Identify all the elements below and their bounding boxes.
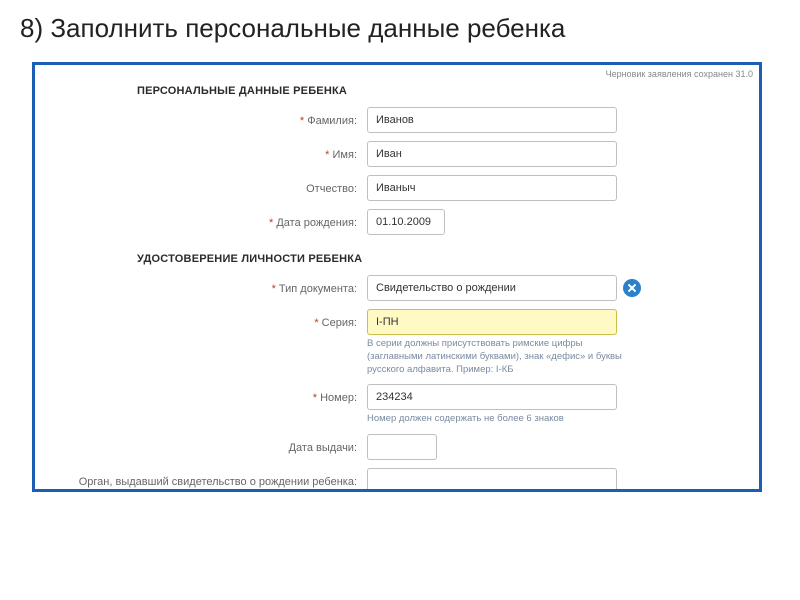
slide-title: 8) Заполнить персональные данные ребенка [20, 12, 780, 45]
input-doctype[interactable] [367, 275, 617, 301]
row-issuer: Орган, выдавший свидетельство о рождении… [47, 468, 747, 492]
label-birthdate: Дата рождения: [47, 209, 367, 230]
row-number: Номер: Номер должен содержать не более 6… [47, 384, 747, 426]
label-middlename: Отчество: [47, 175, 367, 196]
row-doctype: Тип документа: [47, 275, 747, 301]
input-middlename[interactable] [367, 175, 617, 201]
row-middlename: Отчество: [47, 175, 747, 201]
input-issuedate[interactable] [367, 434, 437, 460]
label-issuer: Орган, выдавший свидетельство о рождении… [47, 468, 367, 489]
label-issuedate: Дата выдачи: [47, 434, 367, 455]
input-lastname[interactable] [367, 107, 617, 133]
close-icon[interactable] [623, 279, 641, 297]
autosave-hint: Черновик заявления сохранен 31.0 [606, 69, 753, 79]
label-number: Номер: [47, 384, 367, 405]
section-heading-identity: УДОСТОВЕРЕНИЕ ЛИЧНОСТИ РЕБЕНКА [137, 253, 747, 265]
input-series[interactable] [367, 309, 617, 335]
hint-number: Номер должен содержать не более 6 знаков [367, 413, 617, 426]
label-doctype: Тип документа: [47, 275, 367, 296]
input-number[interactable] [367, 384, 617, 410]
input-issuer[interactable] [367, 468, 617, 492]
label-firstname: Имя: [47, 141, 367, 162]
row-lastname: Фамилия: [47, 107, 747, 133]
row-issuedate: Дата выдачи: [47, 434, 747, 460]
input-firstname[interactable] [367, 141, 617, 167]
slide: 8) Заполнить персональные данные ребенка… [0, 0, 800, 600]
row-series: Серия: В серии должны присутствовать рим… [47, 309, 747, 376]
row-birthdate: Дата рождения: [47, 209, 747, 235]
row-firstname: Имя: [47, 141, 747, 167]
form-area: ПЕРСОНАЛЬНЫЕ ДАННЫЕ РЕБЕНКА Фамилия: Имя… [35, 65, 759, 492]
label-series: Серия: [47, 309, 367, 330]
input-birthdate[interactable] [367, 209, 445, 235]
form-panel: Черновик заявления сохранен 31.0 ПЕРСОНА… [32, 62, 762, 492]
label-lastname: Фамилия: [47, 107, 367, 128]
section-heading-child: ПЕРСОНАЛЬНЫЕ ДАННЫЕ РЕБЕНКА [137, 85, 747, 97]
hint-series: В серии должны присутствовать римские ци… [367, 338, 637, 376]
